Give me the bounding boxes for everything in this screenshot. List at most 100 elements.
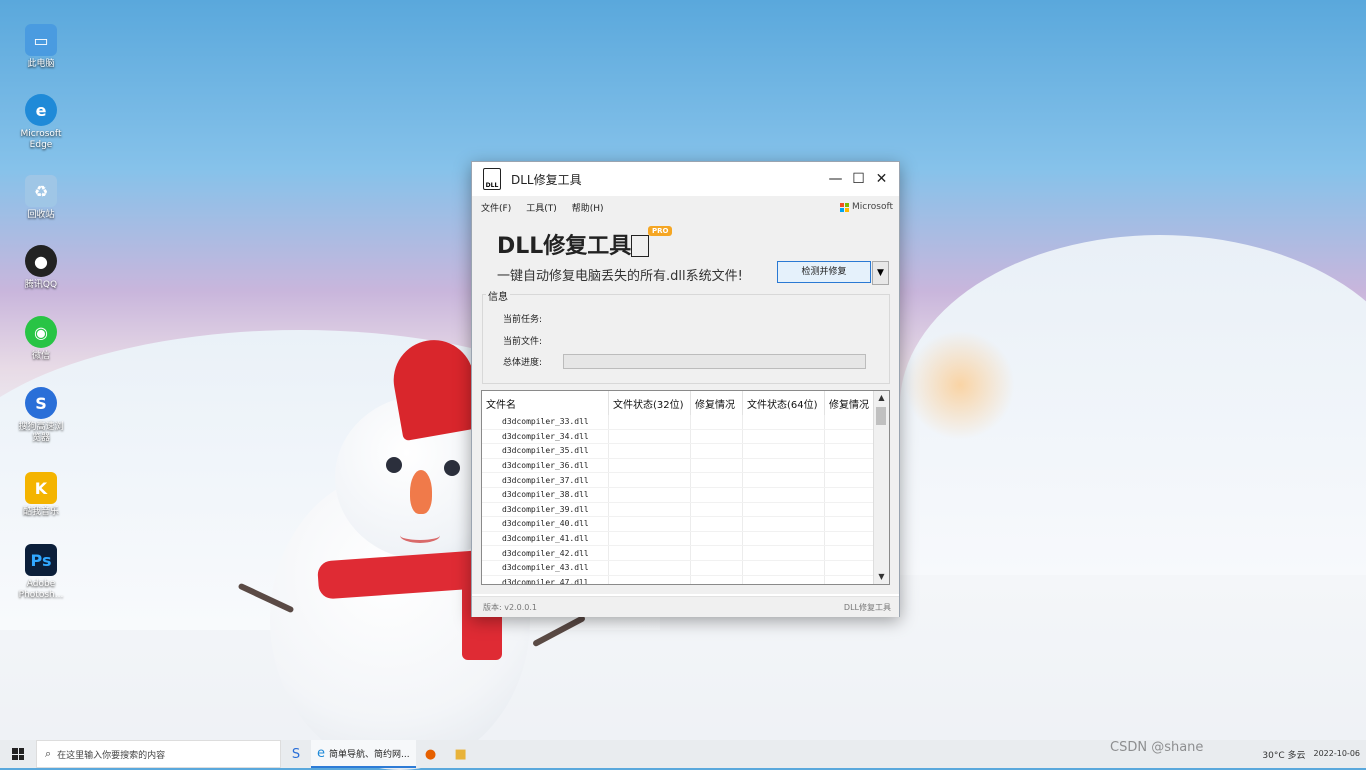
windows-logo-icon: [12, 748, 24, 760]
dll-filename: d3dcompiler_37.dll: [482, 472, 609, 488]
start-button[interactable]: [0, 748, 36, 760]
col-repair-64[interactable]: 修复情况: [824, 391, 877, 415]
detect-and-fix-button[interactable]: 检测并修复: [777, 261, 871, 283]
desktop-icon-wechat[interactable]: ◉ 微信: [16, 316, 66, 362]
recycle-bin-icon: ♻: [25, 175, 57, 207]
desktop-icon-photoshop[interactable]: Ps Adobe Photosh...: [16, 544, 66, 601]
status-cell: [608, 516, 691, 532]
status-cell: [608, 487, 691, 503]
status-cell: [690, 458, 743, 474]
scroll-up-icon[interactable]: ▲: [874, 391, 889, 405]
status-cell: [690, 415, 743, 430]
firefox-icon[interactable]: ●: [416, 740, 446, 768]
table-row[interactable]: d3dcompiler_42.dll: [482, 545, 877, 561]
status-cell: [690, 502, 743, 518]
table-row[interactable]: d3dcompiler_40.dll: [482, 516, 877, 532]
dll-filename: d3dcompiler_40.dll: [482, 516, 609, 532]
clock-date[interactable]: 2022-10-06: [1314, 749, 1361, 759]
status-cell: [608, 531, 691, 547]
table-row[interactable]: d3dcompiler_35.dll: [482, 443, 877, 459]
col-status-64[interactable]: 文件状态(64位): [742, 391, 825, 415]
menu-tools[interactable]: 工具(T): [526, 201, 557, 214]
status-cell: [824, 560, 877, 576]
dll-filename: d3dcompiler_33.dll: [482, 415, 609, 430]
desktop-icon-sogou[interactable]: S 搜狗高速浏览器: [16, 387, 66, 444]
col-status-32[interactable]: 文件状态(32位): [608, 391, 691, 415]
status-cell: [824, 487, 877, 503]
status-cell: [608, 560, 691, 576]
taskbar-edge-app[interactable]: e 简单导航、简约网...: [311, 740, 416, 768]
status-cell: [824, 545, 877, 561]
status-cell: [690, 545, 743, 561]
menu-file[interactable]: 文件(F): [481, 201, 511, 214]
table-row[interactable]: d3dcompiler_41.dll: [482, 531, 877, 547]
desktop-icon-this-pc[interactable]: ▭ 此电脑: [16, 24, 66, 70]
info-group-title: 信息: [486, 288, 510, 303]
status-cell: [690, 531, 743, 547]
desktop-icon-edge[interactable]: e Microsoft Edge: [16, 94, 66, 151]
status-bar: 版本: v2.0.0.1 DLL修复工具: [472, 596, 899, 617]
dll-filename: d3dcompiler_41.dll: [482, 531, 609, 547]
status-cell: [690, 472, 743, 488]
table-row[interactable]: d3dcompiler_39.dll: [482, 502, 877, 518]
col-filename[interactable]: 文件名: [482, 391, 609, 415]
qq-icon: ●: [25, 245, 57, 277]
file-explorer-icon[interactable]: ■: [446, 740, 476, 768]
table-row[interactable]: d3dcompiler_43.dll: [482, 560, 877, 576]
microsoft-label: Microsoft: [852, 202, 893, 212]
status-cell: [742, 545, 825, 561]
status-cell: [824, 458, 877, 474]
status-cell: [824, 502, 877, 518]
system-tray: 30°C 多云 2022-10-06: [1262, 748, 1366, 761]
weather-label[interactable]: 30°C 多云: [1262, 748, 1305, 761]
table-row[interactable]: d3dcompiler_33.dll: [482, 415, 877, 430]
search-icon: ⌕: [45, 747, 52, 760]
fix-options-dropdown[interactable]: ▼: [872, 261, 889, 285]
window-content: DLL修复工具 PRO 一键自动修复电脑丢失的所有.dll系统文件! 检测并修复…: [472, 218, 899, 594]
menu-bar: 文件(F) 工具(T) 帮助(H) Microsoft: [472, 196, 899, 218]
current-file-label: 当前文件:: [503, 337, 543, 347]
status-cell: [742, 415, 825, 430]
table-row[interactable]: d3dcompiler_36.dll: [482, 458, 877, 474]
snowman-nose: [410, 470, 432, 514]
microsoft-logo-icon: [840, 202, 850, 212]
status-cell: [690, 560, 743, 576]
wechat-icon: ◉: [25, 316, 57, 348]
table-row[interactable]: d3dcompiler_38.dll: [482, 487, 877, 503]
snowman-mouth: [400, 528, 440, 543]
status-cell: [608, 415, 691, 430]
taskbar-app-title: 简单导航、简约网...: [329, 749, 410, 760]
table-row[interactable]: d3dcompiler_34.dll: [482, 429, 877, 445]
sogou-taskbar-icon[interactable]: S: [281, 740, 311, 768]
col-repair-32[interactable]: 修复情况: [690, 391, 743, 415]
status-cell: [742, 516, 825, 532]
dll-repair-window: DLL DLL修复工具 — ☐ ✕ 文件(F) 工具(T) 帮助(H) Micr…: [471, 161, 900, 617]
scroll-thumb[interactable]: [876, 407, 886, 425]
menu-help[interactable]: 帮助(H): [572, 201, 604, 214]
status-cell: [742, 472, 825, 488]
dll-filename: d3dcompiler_43.dll: [482, 560, 609, 576]
close-button[interactable]: ✕: [870, 171, 893, 187]
microsoft-brand: Microsoft: [840, 202, 893, 212]
desktop-icon-kuwo[interactable]: K 酷我音乐: [16, 472, 66, 518]
table-row[interactable]: d3dcompiler_37.dll: [482, 472, 877, 488]
list-scrollbar[interactable]: ▲ ▼: [873, 391, 889, 584]
app-title: DLL修复工具: [497, 234, 632, 259]
status-cell: [742, 575, 825, 584]
dll-filename: d3dcompiler_34.dll: [482, 429, 609, 445]
dll-filename: d3dcompiler_42.dll: [482, 545, 609, 561]
status-cell: [690, 443, 743, 459]
dll-file-list[interactable]: 文件名 文件状态(32位) 修复情况 文件状态(64位) 修复情况 d3dcom…: [481, 390, 890, 585]
title-bar[interactable]: DLL DLL修复工具 — ☐ ✕: [472, 162, 899, 196]
desktop-icon-recycle-bin[interactable]: ♻ 回收站: [16, 175, 66, 221]
status-cell: [690, 487, 743, 503]
scroll-down-icon[interactable]: ▼: [874, 570, 889, 584]
maximize-button[interactable]: ☐: [847, 171, 870, 187]
desktop-icon-qq[interactable]: ● 腾讯QQ: [16, 245, 66, 291]
status-cell: [608, 472, 691, 488]
minimize-button[interactable]: —: [824, 171, 847, 187]
dll-filename: d3dcompiler_36.dll: [482, 458, 609, 474]
taskbar-search[interactable]: ⌕ 在这里输入你要搜索的内容: [36, 740, 281, 768]
status-cell: [742, 458, 825, 474]
table-row[interactable]: d3dcompiler_47.dll: [482, 575, 877, 584]
